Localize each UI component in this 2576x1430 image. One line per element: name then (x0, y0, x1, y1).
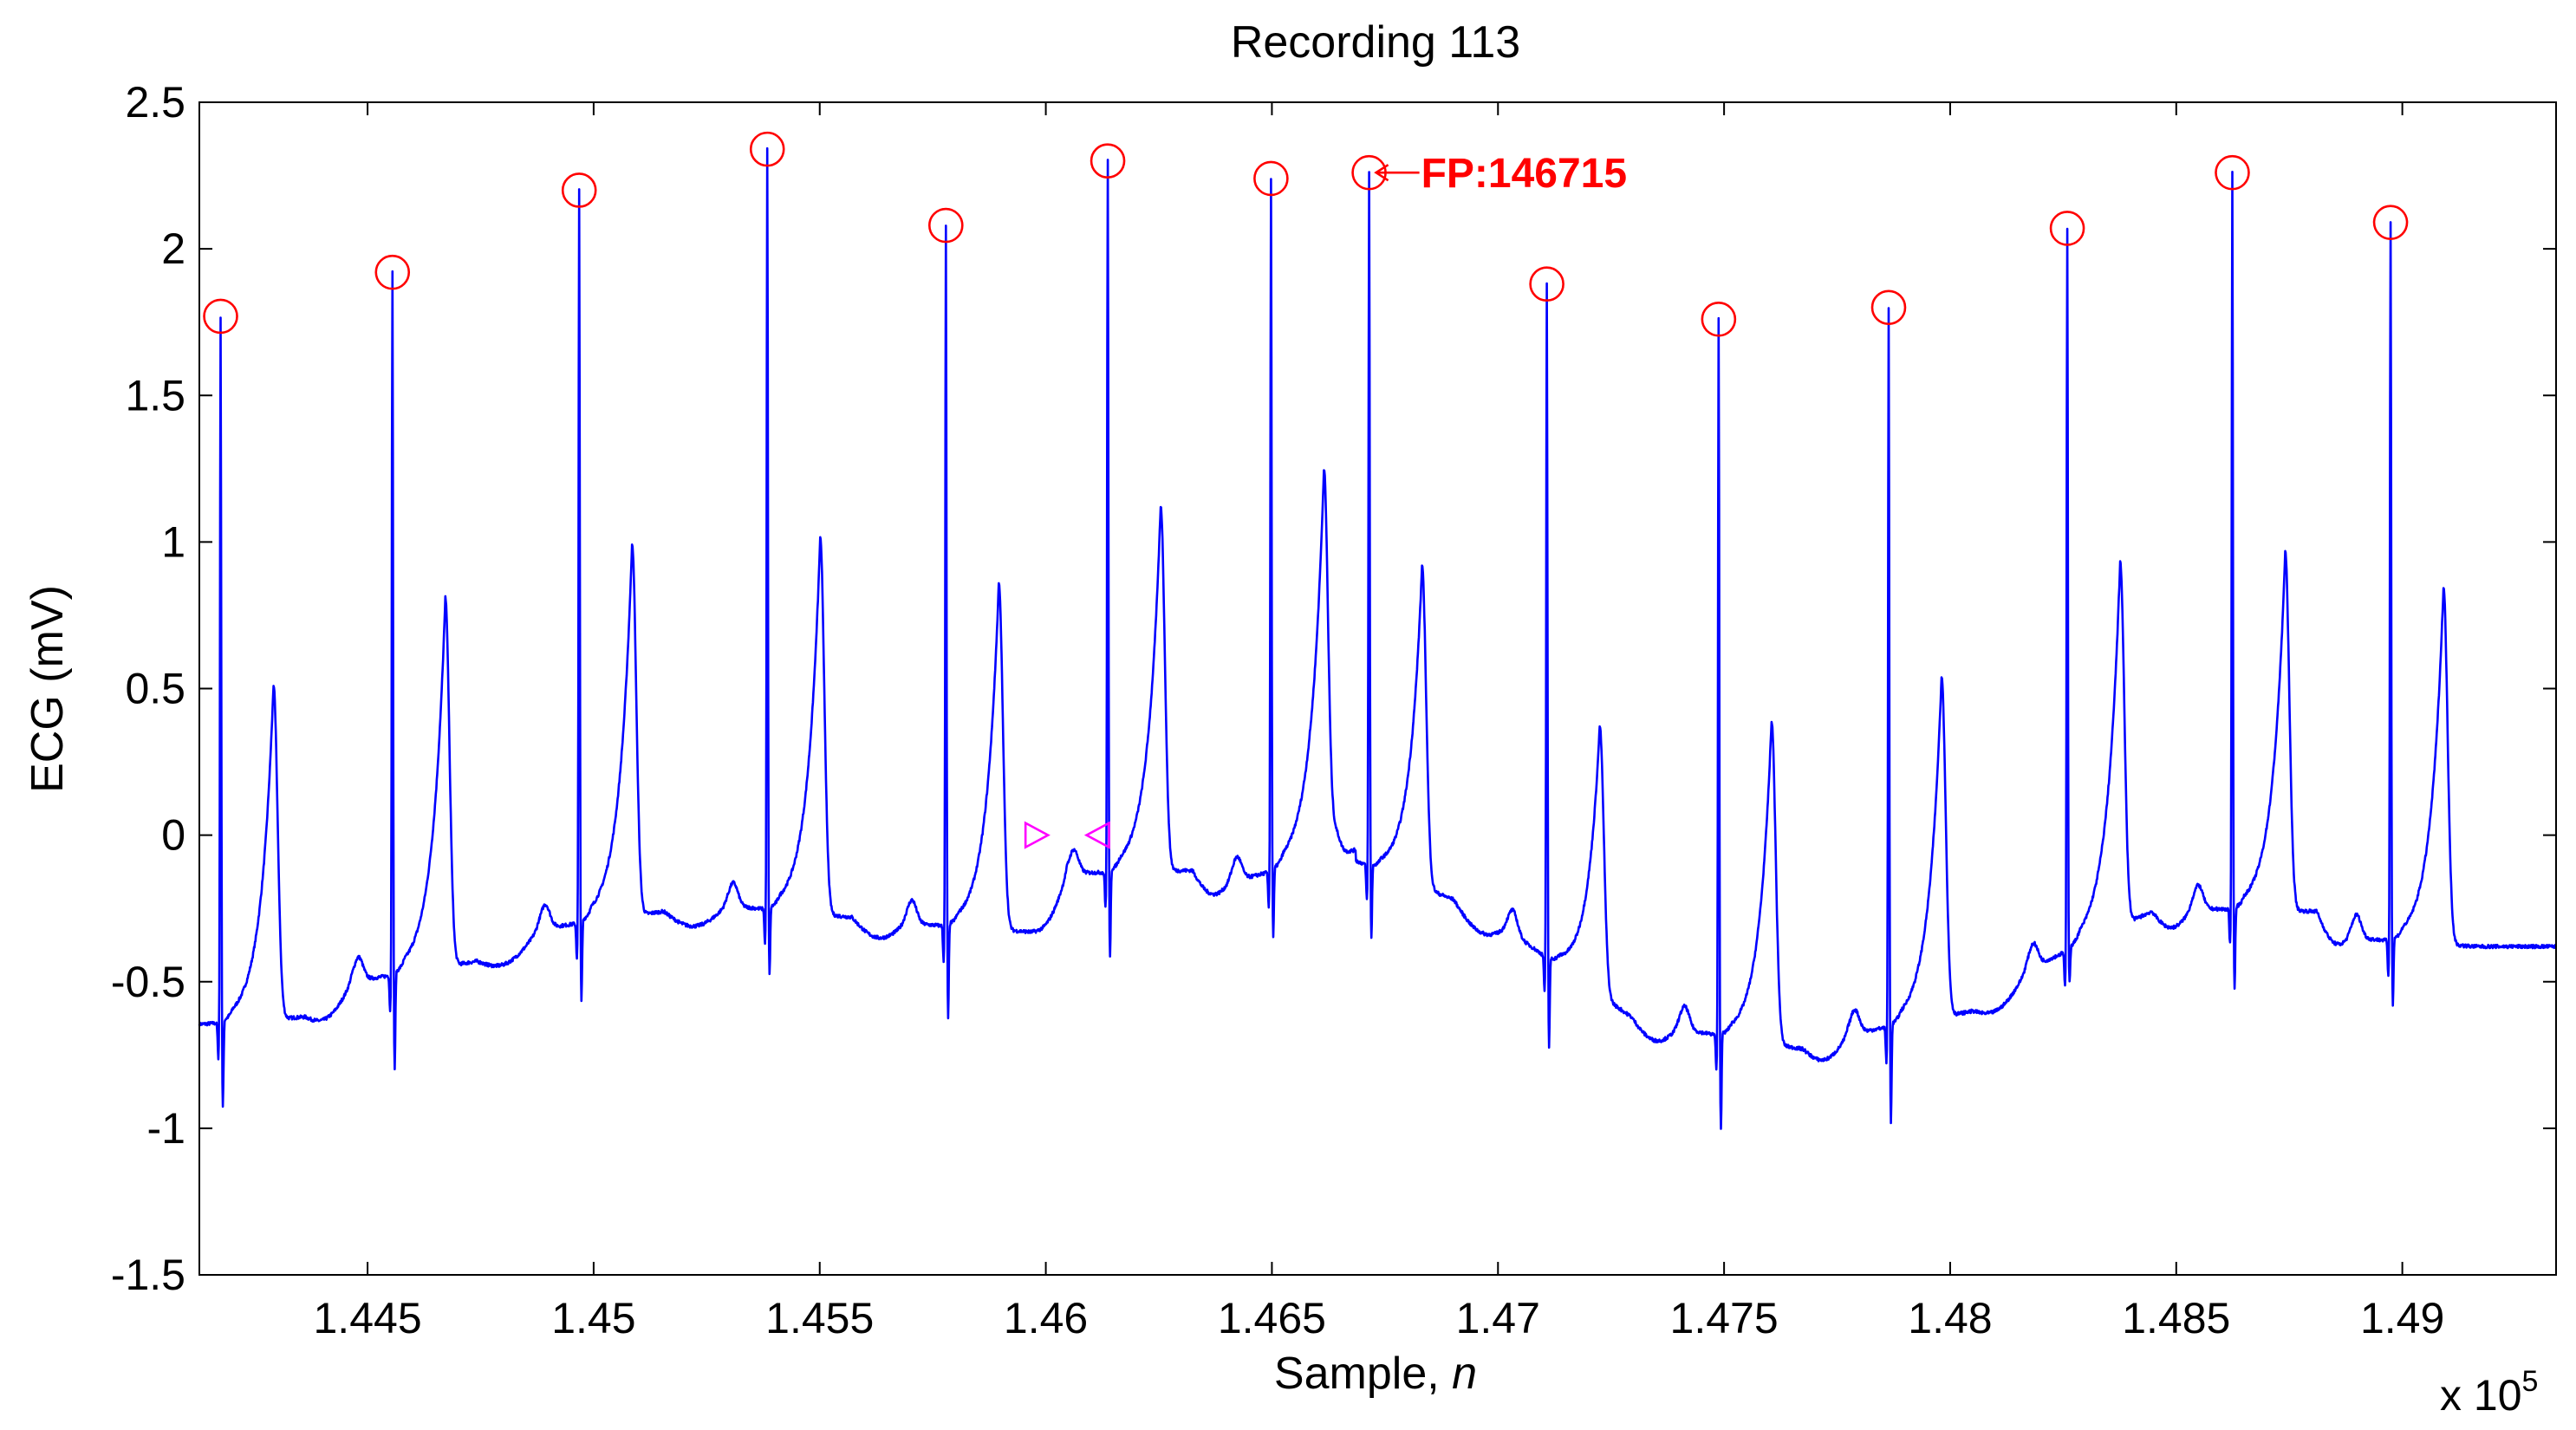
x-tick-label: 1.475 (1670, 1294, 1779, 1342)
y-tick-label: 0 (161, 811, 185, 860)
x-multiplier-exponent: 5 (2522, 1365, 2539, 1398)
y-tick-label: -1 (147, 1104, 185, 1153)
x-tick-label: 1.445 (314, 1294, 422, 1342)
x-tick-label: 1.485 (2122, 1294, 2230, 1342)
y-tick-label: 2 (161, 224, 185, 273)
x-multiplier-base: x 10 (2440, 1371, 2522, 1420)
x-axis-label-text: Sample, (1274, 1349, 1452, 1399)
x-tick-label: 1.465 (1218, 1294, 1326, 1342)
segment-triangle-marker (1024, 821, 1051, 849)
x-tick-label: 1.46 (1004, 1294, 1088, 1342)
y-tick-label: -1.5 (111, 1251, 185, 1299)
axes-box (198, 101, 2557, 1276)
x-axis-label-italic: n (1452, 1349, 1477, 1399)
x-tick-label: 1.49 (2360, 1294, 2444, 1342)
y-tick-label: 2.5 (125, 78, 185, 127)
ecg-chart: Recording 113 FP:146715 1.445 1.45 1.455 1.… (23, 17, 2558, 1420)
chart-title: Recording 113 (1231, 17, 1520, 68)
x-multiplier: x 105 (2440, 1365, 2538, 1420)
x-tick-label: 1.47 (1456, 1294, 1540, 1342)
y-tick-label: 0.5 (125, 665, 185, 713)
ecg-trace (198, 146, 2558, 1130)
x-tick-label: 1.48 (1908, 1294, 1992, 1342)
y-tick-label: 1 (161, 517, 185, 566)
x-tick-label: 1.45 (551, 1294, 635, 1342)
x-axis-label: Sample, n (1274, 1349, 1477, 1399)
y-tick-label: -0.5 (111, 958, 185, 1006)
y-axis-label: ECG (mV) (23, 585, 73, 793)
fp-annotation: FP:146715 (1421, 151, 1628, 197)
x-tick-label: 1.455 (765, 1294, 874, 1342)
y-tick-label: 1.5 (125, 371, 185, 419)
